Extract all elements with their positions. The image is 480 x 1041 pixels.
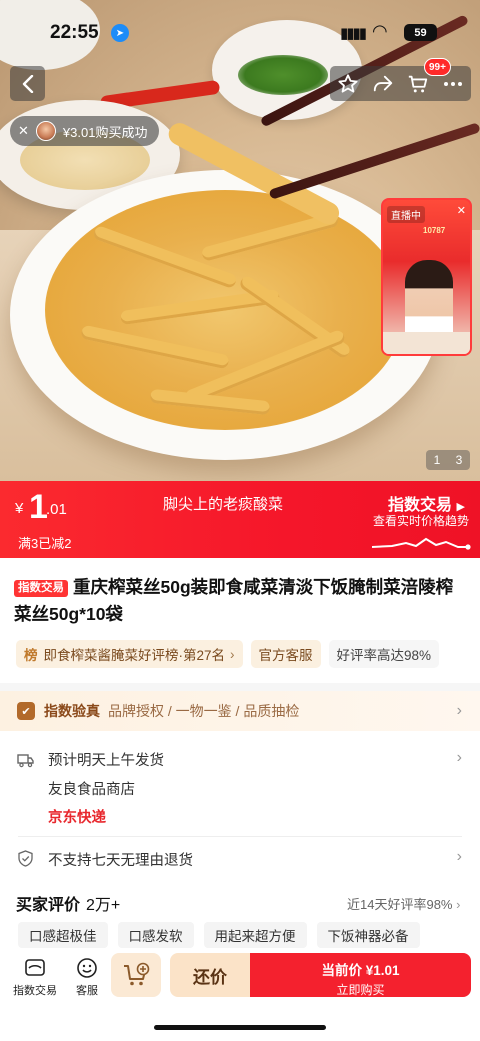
cart-count-badge: 99+ (424, 58, 451, 76)
green-onions (238, 55, 328, 95)
index-trade-label: 指数交易 (13, 985, 57, 997)
purchase-toast[interactable]: ✕ ¥3.01购买成功 (10, 116, 160, 146)
product-chips: 榜 即食榨菜酱腌菜好评榜·第27名 › 官方客服 好评率高达98% (16, 640, 480, 668)
add-to-cart-button[interactable] (111, 953, 161, 997)
smiley-icon (75, 957, 99, 979)
positive-rate-chip[interactable]: 好评率高达98% (328, 640, 440, 668)
status-bar: 22:55 ➤ ▮▮▮▮ ◠ 59 (0, 0, 480, 60)
ranking-text: 即食榨菜酱腌菜好评榜·第27名 (43, 648, 226, 663)
status-time: 22:55 (50, 22, 99, 43)
index-trade-tag: 指数交易 (14, 580, 68, 597)
section-divider (0, 683, 480, 691)
express-name: 京东快递 (48, 810, 106, 826)
chevron-right-icon: › (230, 646, 235, 662)
verify-title: 指数验真 (44, 703, 100, 719)
buy-now-label: 立即购买 (336, 983, 385, 997)
price-banner: ¥ 1 .01 满3已减2 脚尖上的老痰酸菜 指数交易 ▶ 查看实时价格趋势 (0, 481, 480, 558)
return-policy-text: 不支持七天无理由退货 (48, 853, 193, 869)
index-trade-button[interactable]: 指数交易 (10, 957, 60, 998)
chevron-left-icon (22, 74, 33, 93)
buy-now-button[interactable]: 当前价 ¥1.01 立即购买 (250, 953, 471, 997)
truck-icon (16, 751, 34, 769)
close-icon[interactable]: ✕ (457, 204, 466, 217)
divider (18, 836, 462, 837)
live-count: 10787 (423, 226, 446, 235)
product-title: 指数交易 重庆榨菜丝50g装即食咸菜清淡下饭腌制菜涪陵榨菜丝50g*10袋 (14, 574, 470, 628)
banner-slogan: 脚尖上的老痰酸菜 (163, 496, 284, 513)
chevron-right-icon: › (456, 897, 461, 912)
page-current: 1 (433, 453, 441, 467)
page-total: 3 (455, 453, 463, 467)
live-desk (383, 332, 470, 354)
favorite-star-icon[interactable] (333, 69, 363, 99)
authenticity-row[interactable]: ✔ 指数验真 品牌授权 / 一物一鉴 / 品质抽检 › (0, 691, 480, 731)
cart-plus-icon (124, 962, 150, 986)
price-trend-sparkline (372, 537, 471, 550)
customer-service-label: 客服 (76, 985, 98, 997)
review-tag[interactable]: 口感发软 (117, 922, 194, 948)
ranking-icon: 榜 (24, 648, 38, 663)
official-service-chip[interactable]: 官方客服 (250, 640, 321, 668)
current-price-label: 当前价 ¥1.01 (321, 963, 400, 978)
reviews-rate-link[interactable]: 近14天好评率98% › (347, 894, 460, 913)
bargain-button[interactable]: 还价 (170, 953, 250, 997)
review-tag[interactable]: 用起来超方便 (203, 922, 307, 948)
live-label: 直播中 (387, 206, 425, 223)
shipping-row[interactable]: 预计明天上午发货 友良食品商店 京东快递 › (0, 745, 480, 826)
dispatch-text: 预计明天上午发货 (48, 753, 164, 769)
store-icon (23, 957, 47, 979)
price-currency: ¥ (15, 500, 24, 517)
wifi-icon: ◠ (372, 21, 388, 41)
reviews-title: 买家评价 (16, 897, 81, 914)
reviews-header[interactable]: 买家评价 2万+ (16, 891, 120, 915)
review-tag[interactable]: 下饭神器必备 (316, 922, 420, 948)
chevron-right-icon: › (456, 749, 462, 766)
reviews-count: 2万+ (86, 897, 121, 914)
price-decimal: .01 (46, 501, 67, 518)
back-button[interactable] (10, 66, 45, 101)
ranking-chip[interactable]: 榜 即食榨菜酱腌菜好评榜·第27名 › (16, 640, 243, 668)
product-title-text: 重庆榨菜丝50g装即食咸菜清淡下饭腌制菜涪陵榨菜丝50g*10袋 (14, 577, 454, 624)
return-policy-row[interactable]: 不支持七天无理由退货 › (0, 847, 480, 869)
live-host-image (405, 260, 453, 340)
price-trend-link[interactable]: 查看实时价格趋势 (373, 512, 469, 529)
image-page-indicator: 1 3 (426, 450, 470, 470)
location-arrow-icon: ➤ (111, 24, 129, 42)
chevron-right-icon: › (456, 848, 462, 865)
review-tags: 口感超极佳 口感发软 用起来超方便 下饭神器必备 (18, 922, 420, 948)
promo-text: 满3已减2 (18, 536, 72, 551)
shield-check-icon (16, 849, 34, 867)
share-icon[interactable] (368, 69, 398, 99)
cellular-signal-icon: ▮▮▮▮ (340, 25, 367, 42)
avatar (35, 121, 56, 141)
home-indicator[interactable] (154, 1025, 326, 1030)
chopstick (268, 122, 480, 200)
shield-icon: ✔ (17, 702, 35, 720)
store-name: 友良食品商店 (48, 782, 135, 798)
chevron-right-icon: › (456, 702, 462, 719)
close-icon[interactable]: ✕ (18, 123, 29, 139)
customer-service-button[interactable]: 客服 (62, 957, 112, 998)
verify-description: 品牌授权 / 一物一鉴 / 品质抽检 (108, 703, 300, 719)
review-tag[interactable]: 口感超极佳 (18, 922, 108, 948)
battery-icon: 59 (404, 24, 437, 41)
live-stream-card[interactable]: 直播中 ✕ 10787 (381, 198, 472, 356)
purchase-toast-text: ¥3.01购买成功 (62, 124, 148, 140)
